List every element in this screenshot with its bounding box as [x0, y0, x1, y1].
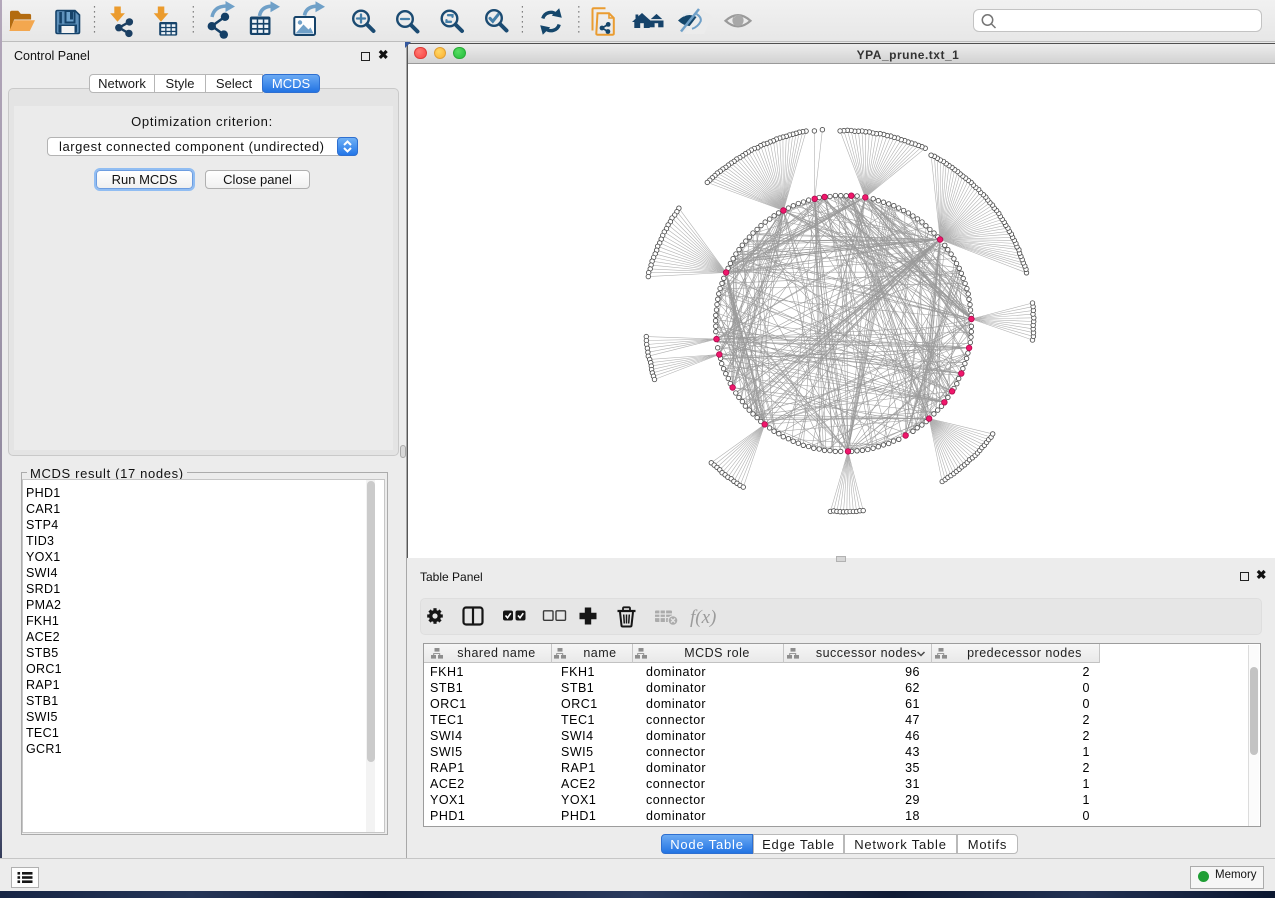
svg-text:f(x): f(x) [690, 607, 716, 628]
